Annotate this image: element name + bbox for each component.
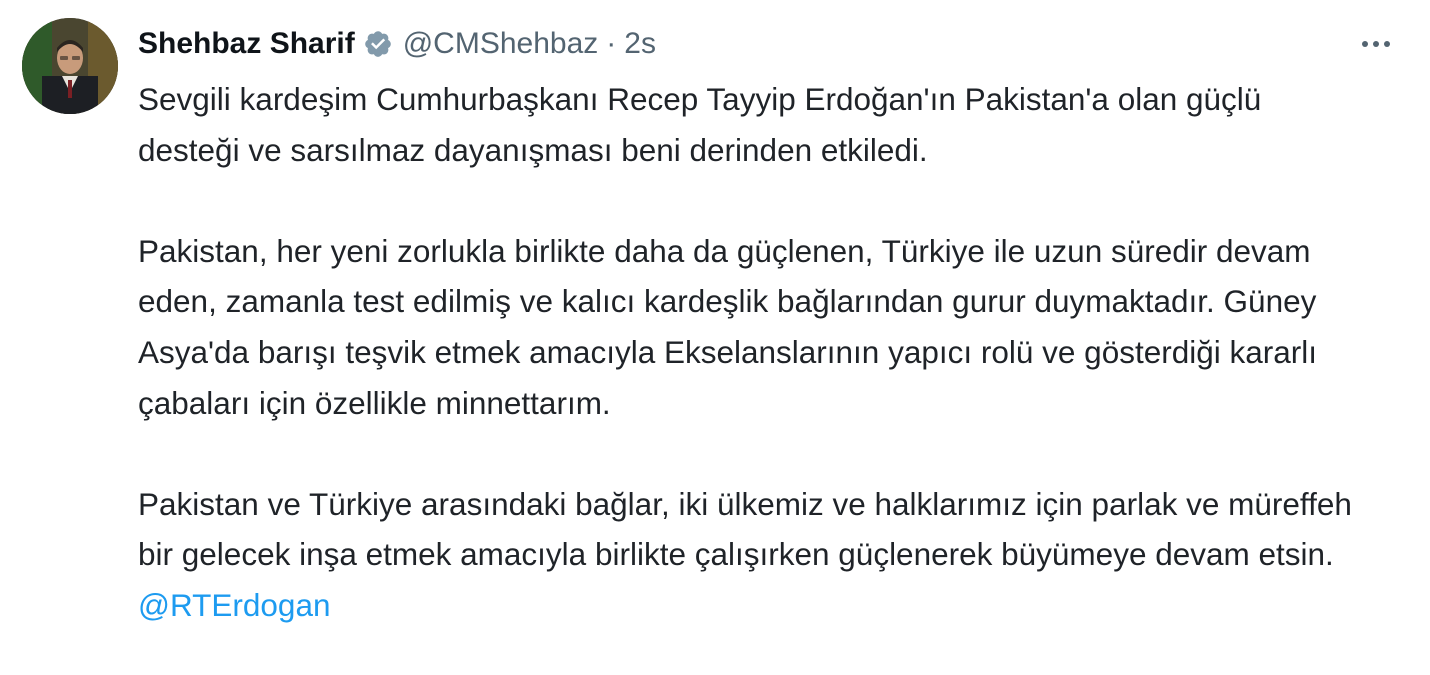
verified-badge-icon: [364, 31, 391, 57]
more-horizontal-icon[interactable]: [1356, 24, 1396, 64]
more-dot: [1384, 41, 1390, 47]
avatar[interactable]: [22, 18, 118, 114]
more-dot: [1373, 41, 1379, 47]
tweet-card: Shehbaz Sharif @CMShehbaz · 2s Sevgili k…: [0, 0, 1430, 675]
separator-dot: ·: [606, 27, 617, 60]
tweet-text: Sevgili kardeşim Cumhurbaşkanı Recep Tay…: [138, 74, 1368, 631]
tweet-header: Shehbaz Sharif @CMShehbaz · 2s: [138, 22, 656, 66]
timestamp[interactable]: 2s: [624, 27, 656, 61]
tweet-paragraph-1: Sevgili kardeşim Cumhurbaşkanı Recep Tay…: [138, 81, 1262, 168]
author-name[interactable]: Shehbaz Sharif: [138, 27, 355, 61]
more-dot: [1362, 41, 1368, 47]
mention-link[interactable]: @RTErdogan: [138, 587, 331, 623]
tweet-paragraph-3: Pakistan ve Türkiye arasındaki bağlar, i…: [138, 479, 1368, 631]
tweet-paragraph-3-text: Pakistan ve Türkiye arasındaki bağlar, i…: [138, 485, 1352, 573]
author-handle[interactable]: @CMShehbaz: [403, 27, 599, 61]
tweet-paragraph-2: Pakistan, her yeni zorlukla birlikte dah…: [138, 232, 1318, 421]
avatar-image: [22, 18, 118, 114]
